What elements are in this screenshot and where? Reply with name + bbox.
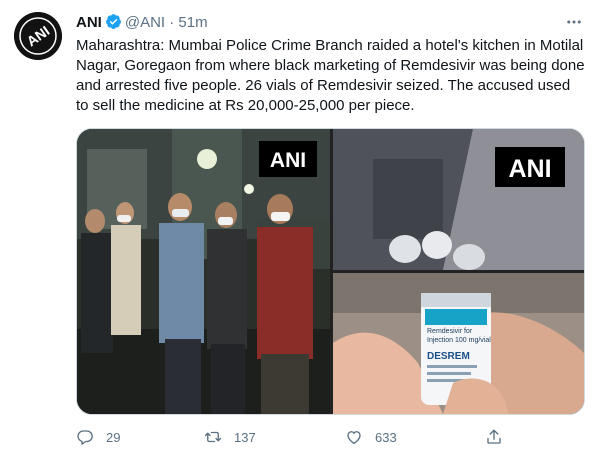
tweet-body: Maharashtra: Mumbai Police Crime Branch … xyxy=(76,37,585,114)
like-icon xyxy=(347,431,361,445)
vial-drug-line-1: Remdesivir for xyxy=(427,328,473,335)
separator-dot: · xyxy=(169,14,175,31)
avatar[interactable]: ANI xyxy=(14,12,62,60)
like-button[interactable]: 633 xyxy=(345,426,397,448)
more-icon[interactable] xyxy=(564,12,584,32)
media-photo-vials[interactable]: ANI xyxy=(333,129,584,270)
share-icon xyxy=(487,429,501,444)
like-count: 633 xyxy=(375,429,397,445)
tweet-timestamp[interactable]: 51m xyxy=(178,14,207,31)
retweet-button[interactable]: 137 xyxy=(204,426,256,448)
tweet[interactable]: ANI ANI @ANI · 51m Maharashtra: Mumbai Po… xyxy=(0,0,600,459)
reply-icon xyxy=(77,430,93,445)
media-photo-police-team[interactable]: ANI xyxy=(77,129,330,414)
watermark-left: ANI xyxy=(270,149,306,172)
account-handle[interactable]: @ANI xyxy=(125,14,165,31)
retweet-icon xyxy=(204,431,222,443)
account-name[interactable]: ANI xyxy=(76,14,102,31)
tweet-text: Maharashtra: Mumbai Police Crime Branch … xyxy=(76,36,586,116)
vial-drug-line-2: Injection 100 mg/vial xyxy=(427,337,491,344)
reply-count: 29 xyxy=(106,429,121,445)
media-grid: ANI ANI Remdesivir for Injection 100 mg/… xyxy=(76,128,585,415)
media-photo-desrem-vial[interactable]: Remdesivir for Injection 100 mg/vial DES… xyxy=(333,273,584,414)
vial-brand: DESREM xyxy=(427,351,470,362)
tweet-actions: 29 137 633 xyxy=(76,426,586,448)
tweet-header: ANI @ANI · 51m xyxy=(76,13,208,33)
share-button[interactable] xyxy=(485,426,515,448)
reply-button[interactable]: 29 xyxy=(76,426,120,448)
retweet-count: 137 xyxy=(234,429,256,445)
watermark-top-right: ANI xyxy=(508,155,551,183)
verified-icon xyxy=(105,13,122,30)
